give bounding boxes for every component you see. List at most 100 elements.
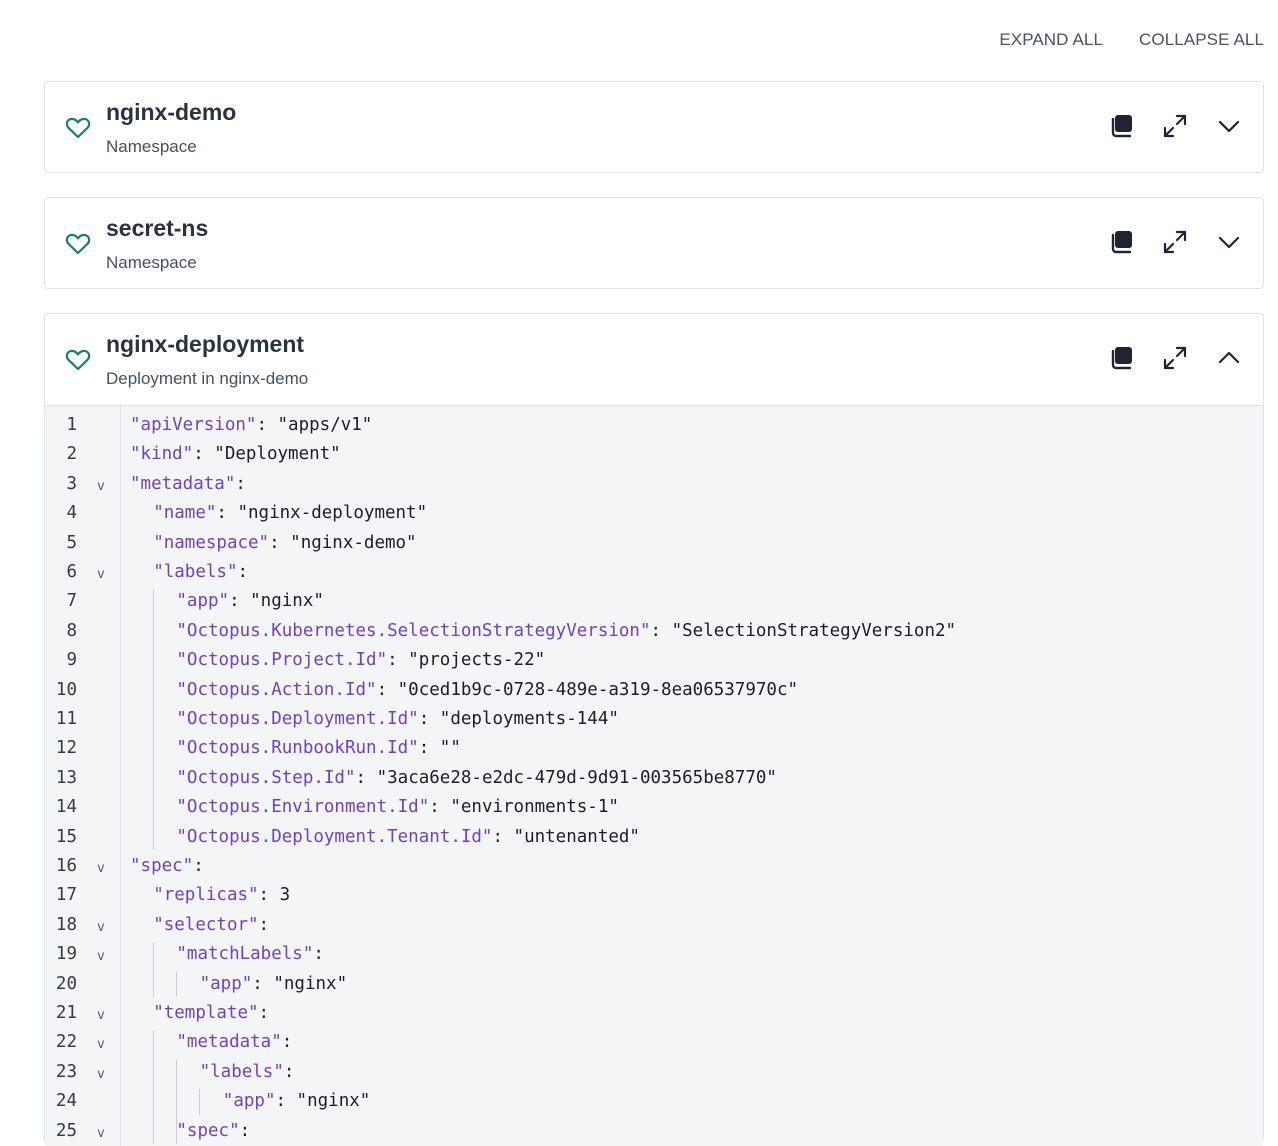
- fold-toggle[interactable]: v: [97, 942, 105, 971]
- code-text: "apiVersion": "apps/v1": [130, 411, 372, 440]
- code-text: "matchLabels":: [176, 940, 324, 969]
- yaml-value: :: [193, 856, 204, 876]
- fold-toggle[interactable]: v: [97, 1030, 105, 1059]
- copy-icon[interactable]: [1105, 226, 1137, 258]
- chevron-down-icon[interactable]: [1213, 226, 1245, 258]
- code-text: "name": "nginx-deployment": [153, 499, 427, 528]
- code-text: "kind": "Deployment": [130, 440, 341, 469]
- fold-toggle[interactable]: v: [97, 1060, 105, 1089]
- yaml-key: "spec": [130, 856, 194, 876]
- code-line: 10 "Octopus.Action.Id": "0ced1b9c-0728-48…: [45, 676, 1263, 705]
- chevron-up-icon[interactable]: [1213, 342, 1245, 374]
- yaml-value: : "deployments-144": [418, 709, 619, 729]
- yaml-key: "template": [153, 1003, 259, 1023]
- expand-icon[interactable]: [1159, 342, 1191, 374]
- yaml-key: "Octopus.Project.Id": [176, 650, 388, 671]
- line-number: 22: [55, 1032, 77, 1053]
- indent-guide: [153, 942, 154, 997]
- yaml-key: "metadata": [130, 473, 236, 494]
- line-number: 7: [66, 591, 77, 612]
- code-text: "template":: [153, 999, 269, 1028]
- yaml-value: : "untenanted": [492, 826, 640, 847]
- line-number: 1: [66, 415, 77, 435]
- fold-toggle[interactable]: v: [97, 913, 105, 942]
- card-actions: [1105, 342, 1245, 374]
- line-number: 5: [66, 532, 77, 553]
- line-number: 21: [55, 1003, 77, 1023]
- expand-icon[interactable]: [1159, 226, 1191, 258]
- line-number: 9: [66, 650, 77, 671]
- code-line: 4 "name": "nginx-deployment": [45, 499, 1263, 528]
- line-number: 15: [55, 826, 77, 847]
- code-line: 7 "app": "nginx": [45, 587, 1263, 616]
- code-text: "Octopus.Step.Id": "3aca6e28-e2dc-479d-9…: [176, 764, 777, 793]
- line-number: 19: [55, 944, 77, 965]
- resource-card-header[interactable]: nginx-demo Namespace: [45, 82, 1263, 172]
- toolbar: EXPAND ALL COLLAPSE ALL: [999, 30, 1264, 50]
- code-line: 8 "Octopus.Kubernetes.SelectionStrategyVe…: [45, 617, 1263, 646]
- fold-toggle[interactable]: v: [97, 472, 105, 501]
- line-number: 2: [66, 444, 77, 465]
- fold-toggle[interactable]: v: [97, 854, 105, 883]
- code-text: "labels":: [200, 1058, 295, 1087]
- yaml-key: "app": [222, 1091, 276, 1112]
- yaml-key: "Octopus.Step.Id": [176, 767, 356, 788]
- yaml-value: :: [258, 914, 270, 935]
- fold-toggle[interactable]: v: [97, 1119, 105, 1146]
- expand-all-button[interactable]: EXPAND ALL: [999, 30, 1103, 50]
- yaml-key: "name": [153, 503, 217, 524]
- yaml-key: "metadata": [176, 1032, 282, 1053]
- copy-icon[interactable]: [1105, 110, 1137, 142]
- resource-card-header[interactable]: secret-ns Namespace: [45, 198, 1263, 288]
- yaml-value: :: [313, 944, 324, 965]
- code-line: 25 v "spec":: [45, 1117, 1263, 1146]
- code-text: "spec":: [176, 1117, 250, 1146]
- code-line: 13 "Octopus.Step.Id": "3aca6e28-e2dc-479d…: [45, 764, 1263, 793]
- copy-icon[interactable]: [1105, 342, 1137, 374]
- code-text: "selector":: [153, 911, 269, 940]
- line-number: 6: [66, 562, 77, 582]
- yaml-key: "Octopus.RunbookRun.Id": [176, 738, 419, 759]
- code-text: "replicas": 3: [153, 881, 290, 910]
- yaml-key: "Octopus.Action.Id": [176, 679, 377, 700]
- yaml-key: "spec": [176, 1120, 240, 1141]
- fold-toggle[interactable]: v: [97, 1001, 105, 1030]
- fold-toggle[interactable]: v: [97, 560, 105, 589]
- resource-kind: Namespace: [106, 253, 197, 272]
- yaml-key: "labels": [199, 1061, 284, 1082]
- code-line: 21 v "template":: [45, 999, 1263, 1028]
- code-line: 12 "Octopus.RunbookRun.Id": "": [45, 734, 1263, 763]
- resource-card-header[interactable]: nginx-deployment Deployment in nginx-dem…: [45, 314, 1263, 404]
- line-number: 4: [66, 503, 77, 524]
- line-number: 25: [55, 1120, 77, 1141]
- indent-guide: [199, 1089, 200, 1115]
- yaml-key: "Octopus.Kubernetes.SelectionStrategyVer…: [176, 620, 651, 641]
- yaml-key: "namespace": [153, 532, 270, 553]
- yaml-value: : 3: [258, 885, 291, 906]
- yaml-value: :: [237, 562, 249, 582]
- expand-icon[interactable]: [1159, 110, 1191, 142]
- chevron-down-icon[interactable]: [1213, 110, 1245, 142]
- yaml-key: "replicas": [153, 885, 259, 906]
- line-number: 8: [66, 620, 77, 641]
- line-number: 11: [55, 709, 77, 729]
- yaml-value: : "3aca6e28-e2dc-479d-9d91-003565be8770": [355, 767, 777, 788]
- code-text: "metadata":: [176, 1028, 292, 1057]
- code-line: 16 v "spec":: [45, 852, 1263, 881]
- card-actions: [1105, 226, 1245, 258]
- line-number: 10: [55, 679, 77, 700]
- indent-guide: [153, 589, 154, 850]
- yaml-value: :: [258, 1003, 270, 1023]
- resource-card: secret-ns Namespace: [44, 197, 1264, 289]
- yaml-key: "Octopus.Deployment.Id": [176, 709, 419, 729]
- code-line: 1 "apiVersion": "apps/v1": [45, 411, 1263, 440]
- collapse-all-button[interactable]: COLLAPSE ALL: [1139, 30, 1264, 50]
- code-text: "app": "nginx": [223, 1087, 371, 1116]
- resource-name: nginx-deployment: [106, 331, 305, 357]
- yaml-value: :: [281, 1032, 293, 1053]
- yaml-value: : "nginx": [252, 973, 348, 994]
- heart-icon: [65, 116, 91, 140]
- yaml-value: : "nginx": [229, 591, 324, 612]
- yaml-key: "apiVersion": [130, 415, 257, 435]
- yaml-viewer[interactable]: 1 "apiVersion": "apps/v1" 2 "kind": "Deploy…: [45, 405, 1263, 1146]
